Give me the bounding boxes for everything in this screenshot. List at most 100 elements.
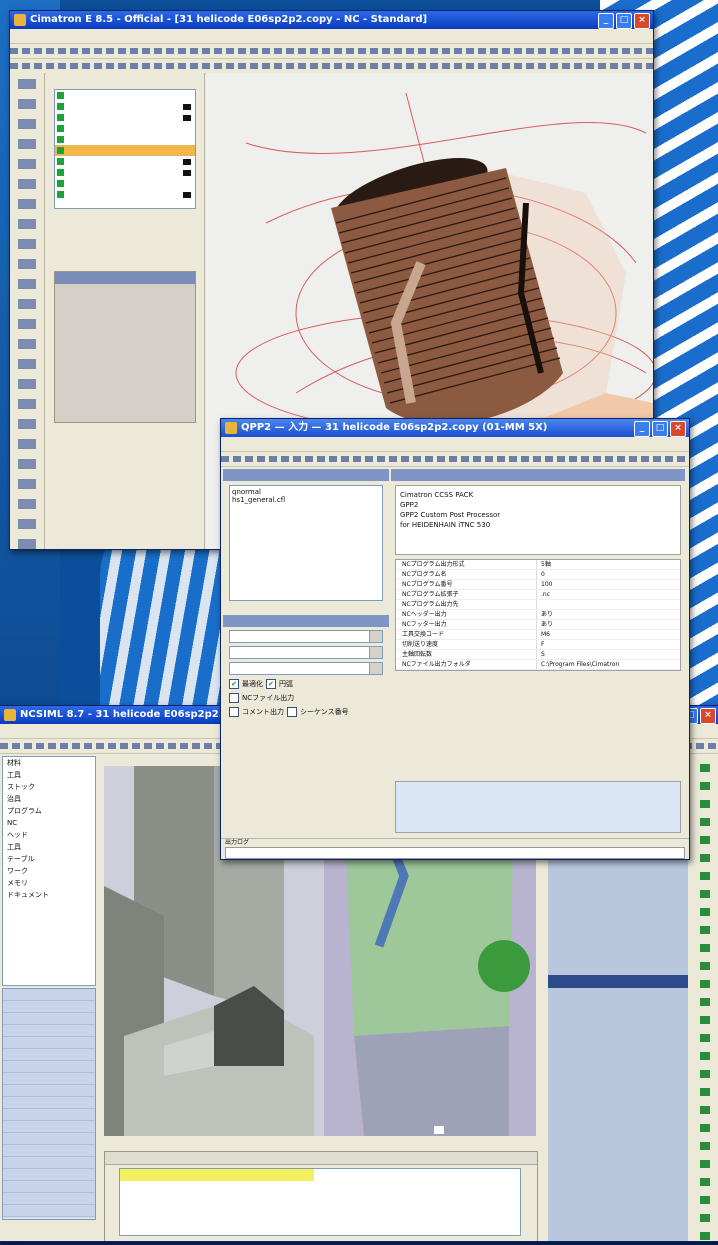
project-tree[interactable]: 材料 工具 ストック 治具 プログラム NC ヘッド 工具 テーブル ワーク メ… <box>2 756 96 986</box>
tree-item[interactable]: プログラム <box>3 805 95 817</box>
message-list[interactable] <box>119 1168 521 1236</box>
list-item[interactable] <box>3 989 95 1001</box>
output-file-field[interactable] <box>229 662 383 675</box>
tree-item[interactable]: ドキュメント <box>3 889 95 901</box>
list-item[interactable] <box>3 1157 95 1169</box>
table-row[interactable]: NCフッター出力 あり <box>396 620 680 630</box>
layer-row[interactable] <box>55 189 195 200</box>
table-row[interactable]: NCプログラム番号 100 <box>396 580 680 590</box>
visible-icon[interactable] <box>57 92 64 99</box>
code-line[interactable] <box>548 1131 688 1144</box>
file-item[interactable]: hs1_general.cfl <box>232 496 380 504</box>
code-line[interactable] <box>548 910 688 923</box>
qpp-window[interactable]: QPP2 — 入力 — 31 helicode E06sp2p2.copy (0… <box>220 418 690 860</box>
table-row[interactable]: NCプログラム出力先 <box>396 600 680 610</box>
table-row[interactable]: NCプログラム拡張子 .nc <box>396 590 680 600</box>
layer-row[interactable] <box>55 90 195 101</box>
cad-menubar[interactable] <box>10 29 653 44</box>
checkbox-checked[interactable]: ✔ <box>229 679 239 689</box>
maximize-icon[interactable]: □ <box>652 421 668 437</box>
parameter-table[interactable]: NCプログラム出力形式 5軸 NCプログラム名 0 NCプログラム番号 100 NCプ… <box>395 559 681 671</box>
list-item[interactable] <box>3 1109 95 1121</box>
list-item[interactable] <box>3 1049 95 1061</box>
code-line[interactable] <box>548 871 688 884</box>
layer-row[interactable] <box>55 134 195 145</box>
close-icon[interactable]: × <box>634 13 650 29</box>
code-line[interactable] <box>548 1001 688 1014</box>
list-item[interactable] <box>3 1037 95 1049</box>
output-file-value[interactable] <box>230 663 369 674</box>
cad-titlebar[interactable]: Cimatron E 8.5 - Official - [31 helicode… <box>10 11 653 29</box>
list-item[interactable] <box>3 1073 95 1085</box>
option-checkbox[interactable]: ✔ 最適化 ✔ 円弧 <box>229 679 383 689</box>
list-item[interactable] <box>3 1025 95 1037</box>
layer-row[interactable] <box>55 167 195 178</box>
code-line[interactable] <box>548 1079 688 1092</box>
layer-row[interactable] <box>55 178 195 189</box>
code-line[interactable] <box>548 1014 688 1027</box>
close-icon[interactable]: × <box>670 421 686 437</box>
file-item[interactable]: qnormal <box>232 488 380 496</box>
visible-icon[interactable] <box>57 158 64 165</box>
tree-item[interactable]: 治具 <box>3 793 95 805</box>
code-line[interactable] <box>548 1066 688 1079</box>
minimize-icon[interactable]: _ <box>634 421 650 437</box>
visible-icon[interactable] <box>57 147 64 154</box>
table-row[interactable]: NCプログラム出力形式 5軸 <box>396 560 680 570</box>
checkbox-checked[interactable]: ✔ <box>266 679 276 689</box>
table-row[interactable]: 工具交換コード M6 <box>396 630 680 640</box>
list-item[interactable] <box>3 1145 95 1157</box>
tree-item[interactable]: 工具 <box>3 769 95 781</box>
qpp-menubar[interactable] <box>221 437 689 452</box>
code-line[interactable] <box>548 1196 688 1209</box>
post-file-list[interactable]: qnormal hs1_general.cfl <box>229 485 383 601</box>
visible-icon[interactable] <box>57 136 64 143</box>
list-item[interactable] <box>3 1097 95 1109</box>
layer-list[interactable] <box>54 89 196 209</box>
properties-panel[interactable] <box>54 271 196 423</box>
layer-row[interactable] <box>55 156 195 167</box>
sim-right-toolbar[interactable] <box>692 754 718 1241</box>
code-line[interactable] <box>548 897 688 910</box>
tree-item[interactable]: ストック <box>3 781 95 793</box>
code-line[interactable] <box>548 1144 688 1157</box>
code-line[interactable] <box>548 1105 688 1118</box>
code-line[interactable] <box>548 1183 688 1196</box>
input-file-field[interactable] <box>229 630 383 643</box>
code-line[interactable] <box>548 1053 688 1066</box>
visible-icon[interactable] <box>57 125 64 132</box>
code-line-current[interactable] <box>548 975 688 988</box>
close-icon[interactable]: × <box>700 708 716 724</box>
list-item[interactable] <box>3 1121 95 1133</box>
cad-left-toolbar[interactable] <box>10 73 45 549</box>
browse-icon[interactable] <box>369 663 382 674</box>
tree-item[interactable]: メモリ <box>3 877 95 889</box>
code-line[interactable] <box>548 936 688 949</box>
table-row[interactable]: NCプログラム名 0 <box>396 570 680 580</box>
layer-row[interactable] <box>55 112 195 123</box>
code-line[interactable] <box>548 1157 688 1170</box>
layer-row-selected[interactable] <box>55 145 195 156</box>
visible-icon[interactable] <box>57 180 64 187</box>
checkbox[interactable] <box>287 707 297 717</box>
qpp-titlebar[interactable]: QPP2 — 入力 — 31 helicode E06sp2p2.copy (0… <box>221 419 689 437</box>
visible-icon[interactable] <box>57 103 64 110</box>
table-row[interactable]: 主軸回転数 S <box>396 650 680 660</box>
table-row[interactable]: NCヘッダー出力 あり <box>396 610 680 620</box>
output-folder-value[interactable] <box>230 647 369 658</box>
code-line[interactable] <box>548 1092 688 1105</box>
visible-icon[interactable] <box>57 191 64 198</box>
maximize-icon[interactable]: □ <box>616 13 632 29</box>
list-item[interactable] <box>3 1001 95 1013</box>
code-line[interactable] <box>548 949 688 962</box>
checkbox[interactable] <box>229 707 239 717</box>
list-item[interactable] <box>3 1205 95 1217</box>
layer-row[interactable] <box>55 101 195 112</box>
option-checkbox[interactable]: コメント出力 シーケンス番号 <box>229 707 383 717</box>
layer-row[interactable] <box>55 123 195 134</box>
list-item[interactable] <box>3 1133 95 1145</box>
checkbox[interactable] <box>229 693 239 703</box>
list-item[interactable] <box>3 1169 95 1181</box>
code-line[interactable] <box>548 923 688 936</box>
browse-icon[interactable] <box>369 631 382 642</box>
